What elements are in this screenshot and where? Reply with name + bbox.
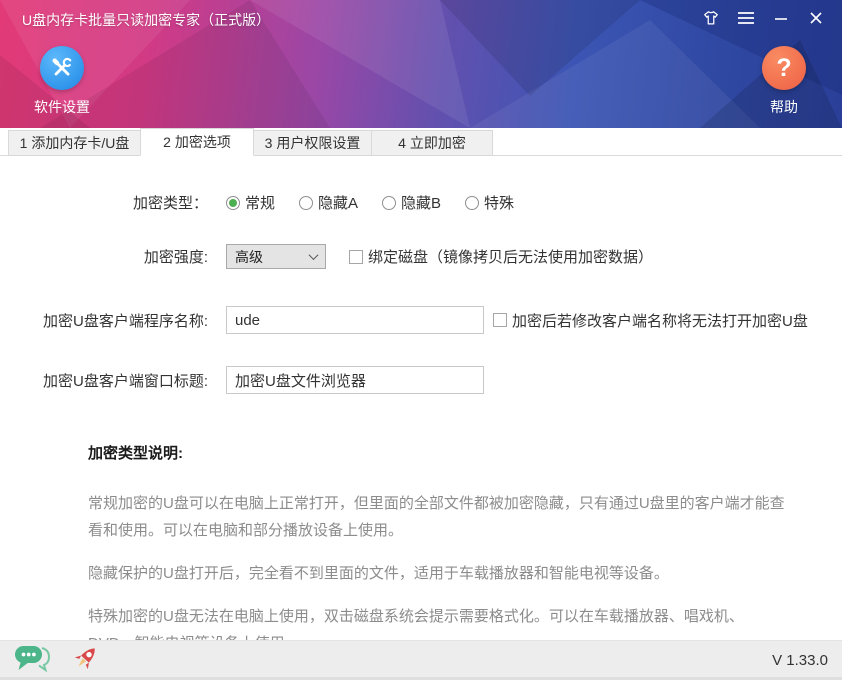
tab-encrypt-options[interactable]: 2 加密选项 <box>140 128 254 156</box>
encryption-strength-controls: 高级 绑定磁盘（镜像拷贝后无法使用加密数据） <box>226 244 653 269</box>
client-window-title-controls <box>226 366 484 394</box>
radio-icon <box>299 196 313 210</box>
radio-icon <box>465 196 479 210</box>
encryption-type-options: 常规 隐藏A 隐藏B 特殊 <box>226 192 538 213</box>
close-button[interactable] <box>806 10 826 30</box>
client-program-name-label: 加密U盘客户端程序名称: <box>0 310 208 331</box>
minimize-button[interactable] <box>771 10 791 30</box>
strength-select-value: 高级 <box>235 247 263 267</box>
tools-icon <box>40 46 84 90</box>
help-label: 帮助 <box>770 97 798 117</box>
checkbox-icon <box>493 313 507 327</box>
tab-user-permissions[interactable]: 3 用户权限设置 <box>253 130 372 155</box>
titlebar: U盘内存卡批量只读加密专家（正式版） <box>0 0 842 40</box>
radio-normal[interactable]: 常规 <box>226 192 275 213</box>
checkbox-icon <box>349 250 363 264</box>
rocket-icon <box>72 644 100 677</box>
window-title: U盘内存卡批量只读加密专家（正式版） <box>22 10 701 30</box>
client-program-name-controls: 加密后若修改客户端名称将无法打开加密U盘 <box>226 306 808 334</box>
encryption-strength-label: 加密强度: <box>0 246 208 267</box>
tab-page-encrypt-options: 加密类型： 常规 隐藏A 隐藏B 特殊 <box>0 156 842 640</box>
description-paragraph-hidden: 隐藏保护的U盘打开后，完全看不到里面的文件，适用于车载播放器和智能电视等设备。 <box>88 560 788 587</box>
radio-selected-icon <box>226 196 240 210</box>
bind-disk-label: 绑定磁盘（镜像拷贝后无法使用加密数据） <box>368 246 653 267</box>
tshirt-icon <box>701 8 721 33</box>
close-icon <box>809 11 823 30</box>
rename-warning-checkbox-group[interactable]: 加密后若修改客户端名称将无法打开加密U盘 <box>493 310 808 331</box>
encryption-type-description: 加密类型说明: 常规加密的U盘可以在电脑上正常打开，但里面的全部文件都被加密隐藏… <box>88 442 788 657</box>
rename-warning-label: 加密后若修改客户端名称将无法打开加密U盘 <box>512 310 808 331</box>
hero-header: U盘内存卡批量只读加密专家（正式版） <box>0 0 842 128</box>
tab-add-drive[interactable]: 1 添加内存卡/U盘 <box>8 130 141 155</box>
description-paragraph-normal: 常规加密的U盘可以在电脑上正常打开，但里面的全部文件都被加密隐藏，只有通过U盘里… <box>88 490 788 544</box>
chat-support-button[interactable] <box>14 644 50 677</box>
tab-encrypt-now[interactable]: 4 立即加密 <box>371 130 493 155</box>
hero-buttons: 软件设置 ? 帮助 <box>0 40 842 117</box>
radio-special[interactable]: 特殊 <box>465 192 514 213</box>
radio-icon <box>382 196 396 210</box>
chat-icon <box>14 644 50 677</box>
encryption-type-row: 加密类型： 常规 隐藏A 隐藏B 特殊 <box>0 192 842 213</box>
client-window-title-label: 加密U盘客户端窗口标题: <box>0 370 208 391</box>
strength-select[interactable]: 高级 <box>226 244 326 269</box>
menu-button[interactable] <box>736 10 756 30</box>
skin-button[interactable] <box>701 10 721 30</box>
client-program-name-input[interactable] <box>226 306 484 334</box>
radio-hidden-a[interactable]: 隐藏A <box>299 192 358 213</box>
client-window-title-input[interactable] <box>226 366 484 394</box>
chevron-down-icon <box>309 250 319 260</box>
app-window: U盘内存卡批量只读加密专家（正式版） <box>0 0 842 680</box>
client-program-name-row: 加密U盘客户端程序名称: 加密后若修改客户端名称将无法打开加密U盘 <box>0 306 842 334</box>
tab-bar: 1 添加内存卡/U盘 2 加密选项 3 用户权限设置 4 立即加密 <box>0 128 842 156</box>
version-text: V 1.33.0 <box>772 652 828 669</box>
radio-hidden-b[interactable]: 隐藏B <box>382 192 441 213</box>
software-settings-label: 软件设置 <box>34 97 90 117</box>
encryption-type-label: 加密类型： <box>0 192 208 213</box>
question-mark-icon: ? <box>762 46 806 90</box>
status-bar: V 1.33.0 <box>0 640 842 680</box>
bind-disk-checkbox-group[interactable]: 绑定磁盘（镜像拷贝后无法使用加密数据） <box>349 246 653 267</box>
description-heading: 加密类型说明: <box>88 442 788 463</box>
help-button[interactable]: ? 帮助 <box>748 46 820 117</box>
software-settings-button[interactable]: 软件设置 <box>26 46 98 117</box>
hamburger-icon <box>737 11 755 30</box>
window-controls <box>701 10 826 30</box>
client-window-title-row: 加密U盘客户端窗口标题: <box>0 366 842 394</box>
encryption-strength-row: 加密强度: 高级 绑定磁盘（镜像拷贝后无法使用加密数据） <box>0 244 842 269</box>
upgrade-button[interactable] <box>72 644 100 677</box>
minimize-icon <box>774 11 788 30</box>
